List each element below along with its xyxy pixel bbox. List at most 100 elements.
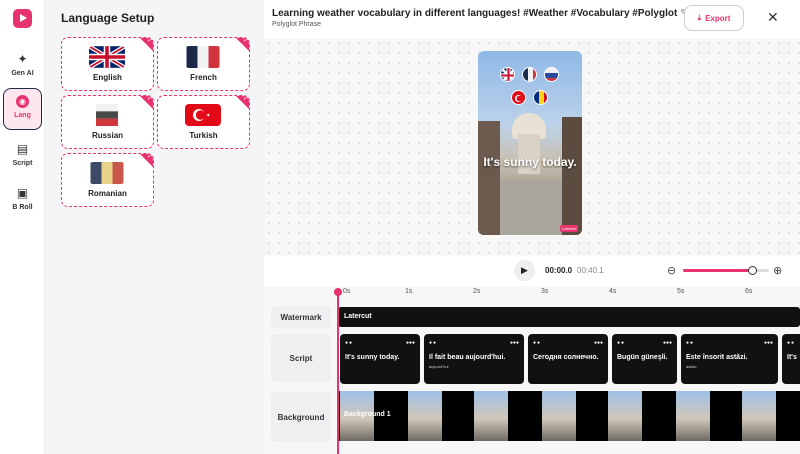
script-clip[interactable]: ●● ●●● Il fait beau aujourd'hui. aujourd'…	[424, 334, 524, 384]
script-clip[interactable]: ●● ●●● It's sunny today.	[340, 334, 420, 384]
flag-dots-icon: ●●●	[763, 340, 773, 346]
check-icon: ✓	[146, 38, 152, 44]
sidebar-item-label: Lang	[14, 112, 31, 119]
flag-dots-icon: ●●	[617, 340, 626, 346]
background-thumbnail	[408, 391, 442, 441]
zoom-slider[interactable]	[683, 266, 769, 275]
uk-flag-icon	[500, 67, 515, 82]
export-button[interactable]: ⤓ Export	[684, 5, 744, 31]
sidebar-item-lang[interactable]: ◉ Lang	[3, 88, 42, 130]
language-label: English	[93, 73, 122, 82]
top-bar: Learning weather vocabulary in different…	[264, 0, 800, 38]
russia-flag-icon	[89, 104, 125, 126]
sparkle-icon: ✦	[17, 52, 28, 66]
globe-icon: ◉	[16, 95, 29, 108]
france-flag-icon	[522, 67, 537, 82]
romania-flag-icon	[89, 162, 125, 184]
background-thumbnail	[474, 391, 508, 441]
row-label-background: Background	[271, 392, 331, 442]
export-label: Export	[705, 13, 731, 23]
project-title[interactable]: Learning weather vocabulary in different…	[272, 8, 688, 19]
flag-dots-icon: ●●●	[405, 340, 415, 346]
flag-dots-icon: ●●●	[509, 340, 519, 346]
clip-text: Bugün güneşli.	[617, 354, 668, 361]
sidebar-item-label: B Roll	[12, 204, 33, 211]
background-label: Background 1	[344, 411, 391, 418]
zoom-in-icon[interactable]: ⊕	[773, 264, 782, 277]
row-label-watermark: Watermark	[271, 306, 331, 328]
playhead[interactable]	[337, 289, 339, 454]
russia-flag-icon	[544, 67, 559, 82]
romania-flag-icon	[533, 90, 548, 105]
sidebar-item-label: Gen AI	[11, 70, 34, 77]
document-icon: ▤	[16, 142, 29, 156]
script-track[interactable]: ●● ●●● It's sunny today. ●● ●●● Il fait be…	[338, 334, 800, 384]
sidebar-item-broll[interactable]: ▣ B Roll	[3, 180, 42, 222]
language-card-turkish[interactable]: ✓ Turkish	[157, 95, 250, 149]
flag-dots-icon: ●●	[686, 340, 695, 346]
play-button[interactable]: ▶	[514, 260, 535, 281]
flag-dots-icon: ●●	[345, 340, 354, 346]
preview-watermark: Latercut	[560, 225, 579, 232]
background-thumbnail	[542, 391, 576, 441]
ruler-tick: 0s	[343, 288, 351, 295]
video-preview[interactable]: It's sunny today. Latercut	[478, 51, 582, 235]
app-logo[interactable]	[13, 9, 32, 28]
building-right	[562, 117, 582, 235]
flag-dots-icon: ●●●	[593, 340, 603, 346]
script-clip[interactable]: ●● ●●● Bugün güneşli.	[612, 334, 677, 384]
timeline: 0s 1s 2s 3s 4s 5s 6s Watermark Latercut …	[264, 286, 800, 454]
ruler-tick: 5s	[677, 288, 685, 295]
sidebar-item-script[interactable]: ▤ Script	[3, 136, 42, 178]
total-time: 00:40.1	[577, 266, 604, 275]
language-card-english[interactable]: ✓ English	[61, 37, 154, 91]
clip-text: Il fait beau aujourd'hui.	[429, 354, 506, 361]
language-card-russian[interactable]: ✓ Russian	[61, 95, 154, 149]
zoom-slider-thumb[interactable]	[747, 266, 757, 275]
language-label: Russian	[91, 131, 124, 140]
script-clip[interactable]: ●● It's	[782, 334, 800, 384]
app-root: ✦ Gen AI ◉ Lang ▤ Script ▣ B Roll Langua…	[0, 0, 800, 454]
ruler-tick: 3s	[541, 288, 549, 295]
clip-text: Сегодня солнечно.	[533, 354, 599, 361]
sidebar-item-gen-ai[interactable]: ✦ Gen AI	[3, 46, 42, 88]
background-thumbnail	[742, 391, 776, 441]
playhead-handle[interactable]	[334, 288, 342, 296]
panel-title: Language Setup	[61, 11, 155, 25]
turkey-flag-icon	[185, 104, 221, 126]
watermark-clip[interactable]: Latercut	[338, 307, 800, 327]
clip-text: Este însorit astăzi.	[686, 354, 748, 361]
script-clip[interactable]: ●● ●●● Сегодня солнечно.	[528, 334, 608, 384]
time-ruler[interactable]: 0s 1s 2s 3s 4s 5s 6s	[338, 286, 800, 300]
walkway	[500, 181, 562, 235]
turkey-flag-icon	[511, 90, 526, 105]
project-subtitle: Polyglot Phrase	[272, 21, 322, 28]
language-panel: Language Setup ✓ English ✓ French ✓ Russ…	[45, 0, 264, 454]
watermark-track[interactable]: Latercut	[338, 307, 800, 327]
check-icon: ✓	[146, 96, 152, 102]
preview-caption: It's sunny today.	[483, 155, 577, 169]
check-icon: ✓	[242, 38, 248, 44]
close-icon[interactable]: ✕	[767, 9, 779, 26]
playback-controls: ▶ 00:00.0 00:40.1 ⊖ ⊕	[264, 256, 800, 286]
zoom-slider-fill	[683, 269, 752, 272]
language-card-french[interactable]: ✓ French	[157, 37, 250, 91]
play-icon: ▶	[521, 265, 528, 275]
ruler-tick: 6s	[745, 288, 753, 295]
language-label: Turkish	[189, 131, 218, 140]
flag-dots-icon: ●●	[429, 340, 438, 346]
row-label-script: Script	[271, 334, 331, 382]
clip-text: It's sunny today.	[345, 354, 400, 361]
language-card-romanian[interactable]: ✓ Romanian	[61, 153, 154, 207]
language-label: French	[190, 73, 217, 82]
uk-flag-icon	[89, 46, 125, 68]
script-clip[interactable]: ●● ●●● Este însorit astăzi. astăzi.	[681, 334, 778, 384]
background-track[interactable]: Background 1	[338, 391, 800, 441]
background-thumbnail	[608, 391, 642, 441]
background-thumbnail	[676, 391, 710, 441]
flag-dots-icon: ●●	[787, 340, 796, 346]
zoom-out-icon[interactable]: ⊖	[667, 264, 676, 277]
france-flag-icon	[185, 46, 221, 68]
sidebar: ✦ Gen AI ◉ Lang ▤ Script ▣ B Roll	[0, 0, 45, 454]
film-icon: ▣	[16, 186, 29, 200]
